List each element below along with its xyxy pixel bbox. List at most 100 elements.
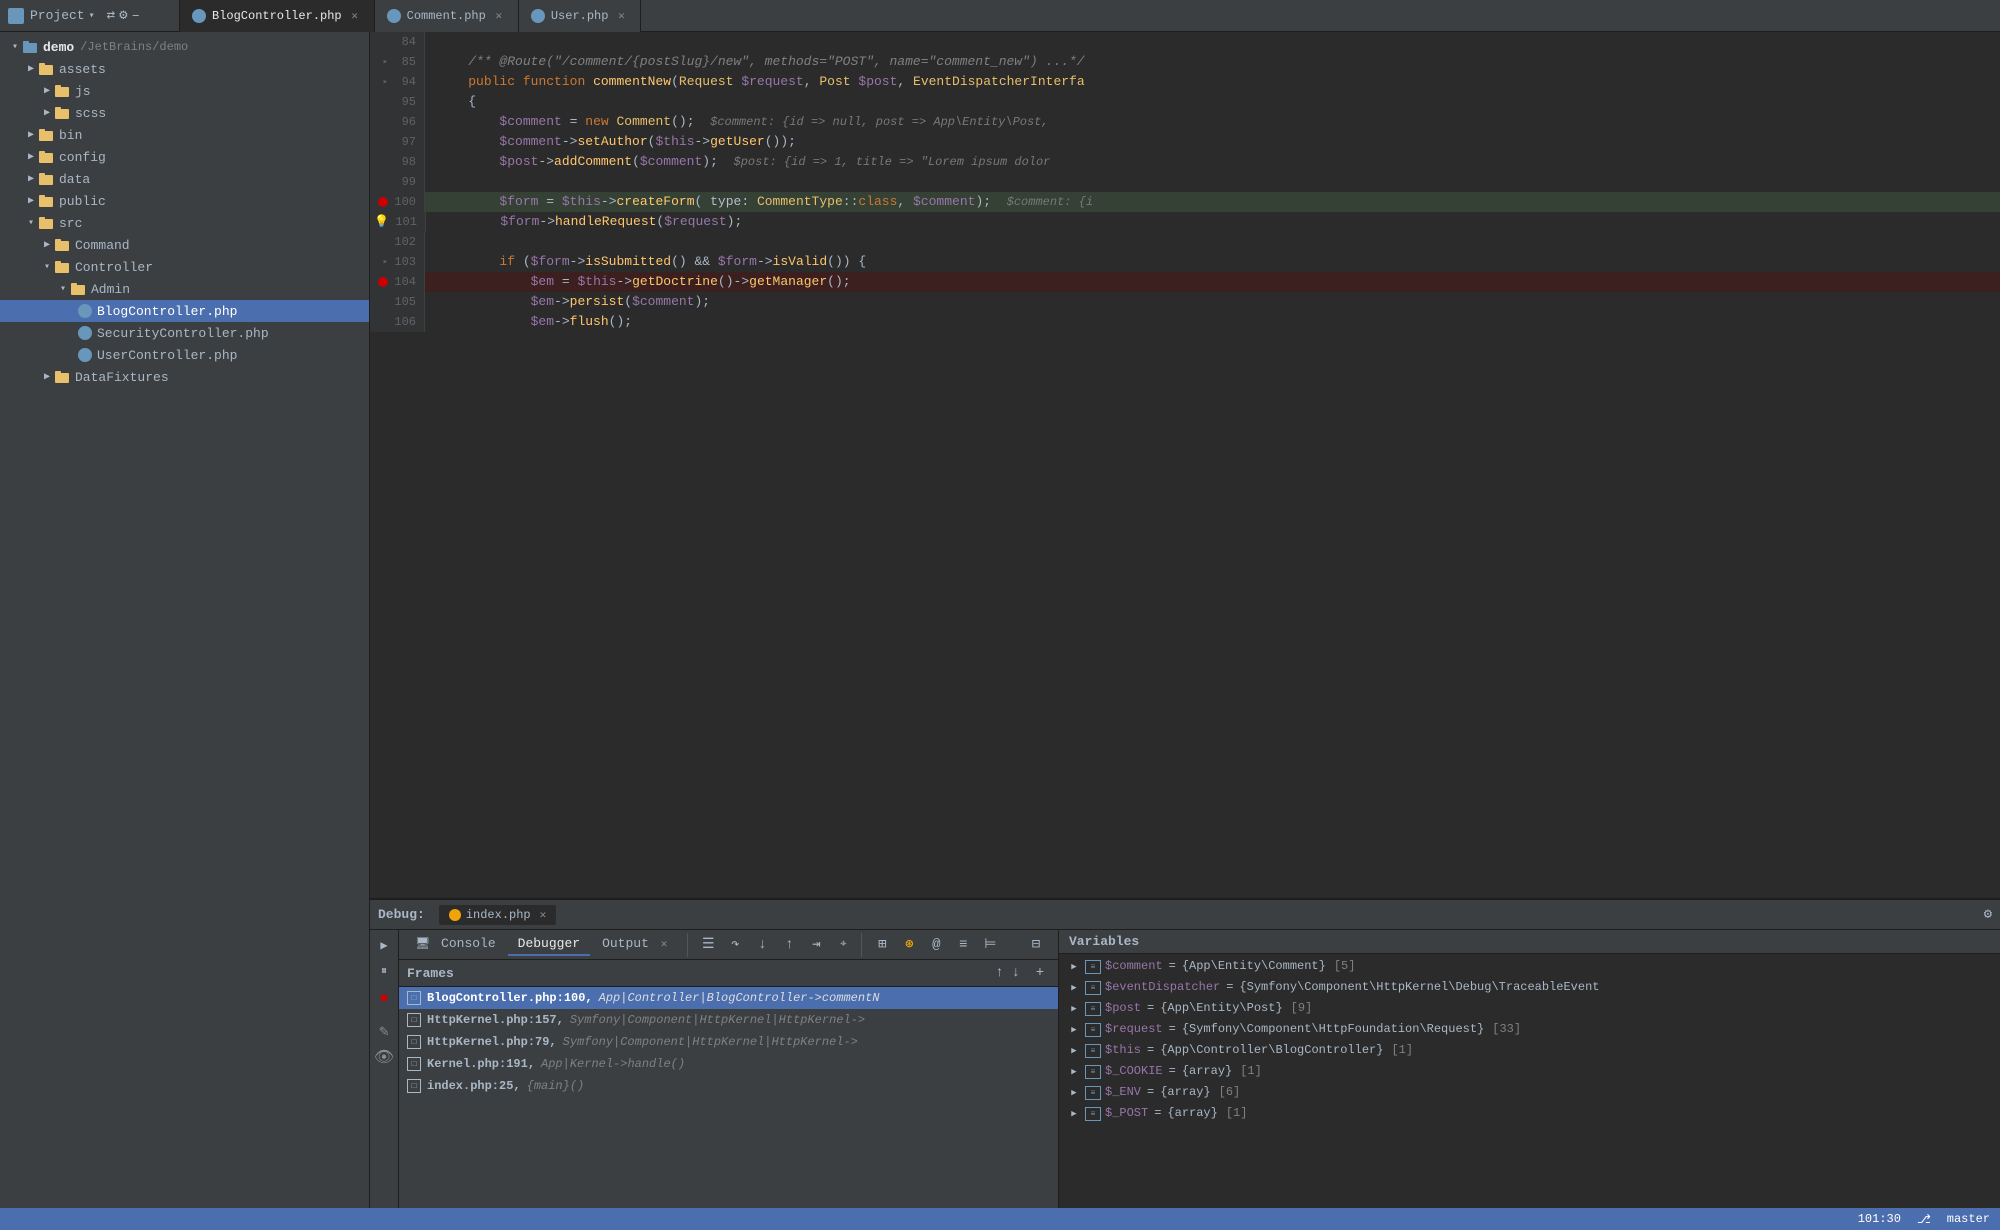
frame-add-btn[interactable]: + [1030,963,1050,983]
debug-icon-step-out[interactable]: ↑ [777,933,801,957]
debug-tab-console[interactable]: 🖥 Console [405,933,506,956]
frame-item-3[interactable]: □ Kernel.php:191, App|Kernel->handle() [399,1053,1058,1075]
sidebar-item-js[interactable]: ▶ js [0,80,369,102]
tab-comment[interactable]: Comment.php ✕ [375,0,519,32]
debug-icon-run-cursor[interactable]: ⇥ [804,933,828,957]
sidebar-label-public: public [59,194,106,209]
debug-icon-layout[interactable]: ⊟ [1024,933,1048,957]
code-line-94: ▸ 94 public function commentNew(Request … [370,72,2000,92]
tab-label-comment: Comment.php [407,9,486,23]
debug-stop-btn[interactable]: ◼ [373,986,395,1008]
settings-icon[interactable]: ⚙ [117,5,129,26]
debug-tool1-btn[interactable]: ✎ [373,1020,395,1042]
frame-item-2[interactable]: □ HttpKernel.php:79, Symfony|Component|H… [399,1031,1058,1053]
sidebar-item-assets[interactable]: ▶ assets [0,58,369,80]
var-expand-env[interactable]: ▶ [1067,1086,1081,1100]
var-item-comment[interactable]: ▶ ≡ $comment = {App\Entity\Comment} [5] [1059,956,2000,977]
sidebar-item-src[interactable]: ▾ src [0,212,369,234]
sidebar-item-controller[interactable]: ▾ Controller [0,256,369,278]
debug-icon-at[interactable]: @ [924,933,948,957]
debug-icon-step-over[interactable]: ↷ [723,933,747,957]
var-item-eventdispatcher[interactable]: ▶ ≡ $eventDispatcher = {Symfony\Componen… [1059,977,2000,998]
sidebar-label-datafixtures: DataFixtures [75,370,169,385]
var-expand-this[interactable]: ▶ [1067,1044,1081,1058]
code-line-101: 💡 101 $form->handleRequest($request); [370,212,2000,232]
sidebar-item-command[interactable]: ▶ Command [0,234,369,256]
frame-detail-2: Symfony|Component|HttpKernel|HttpKernel-… [563,1035,858,1049]
tab-close-blogcontroller[interactable]: ✕ [348,9,362,23]
sidebar-item-config[interactable]: ▶ config [0,146,369,168]
sidebar-item-public[interactable]: ▶ public [0,190,369,212]
var-item-request[interactable]: ▶ ≡ $request = {Symfony\Component\HttpFo… [1059,1019,2000,1040]
var-expand-post-global[interactable]: ▶ [1067,1107,1081,1121]
tab-blogcontroller[interactable]: BlogController.php ✕ [180,0,375,32]
debug-pause-btn[interactable]: ⏸ [373,960,395,982]
frame-up-btn[interactable]: ↑ [993,965,1005,981]
sidebar-label-usercontroller: UserController.php [97,348,237,363]
debug-icon-cursor[interactable]: ⌖ [831,933,855,957]
sidebar-item-bin[interactable]: ▶ bin [0,124,369,146]
layout-icon[interactable]: ⇄ [105,5,117,26]
debug-icon-filter[interactable]: ⊨ [978,933,1002,957]
sidebar-item-data[interactable]: ▶ data [0,168,369,190]
debug-icon-table[interactable]: ⊞ [870,933,894,957]
fold-icon-103[interactable]: ▸ [383,252,388,272]
debug-file-label: index.php [466,908,531,922]
var-expand-cookie[interactable]: ▶ [1067,1065,1081,1079]
sidebar-item-blogcontroller[interactable]: BlogController.php [0,300,369,322]
file-tree: ▾ demo /JetBrains/demo ▶ assets ▶ [0,32,369,1208]
var-expand-post[interactable]: ▶ [1067,1002,1081,1016]
var-item-post-global[interactable]: ▶ ≡ $_POST = {array} [1] [1059,1103,2000,1124]
sidebar-item-securitycontroller[interactable]: SecurityController.php [0,322,369,344]
breakpoint-100[interactable] [378,197,388,207]
debug-file-tab[interactable]: index.php ✕ [439,905,556,925]
project-dropdown-icon[interactable]: ▾ [89,10,95,22]
debug-icon-watch[interactable]: ⊛ [897,933,921,957]
sidebar-item-admin[interactable]: ▾ Admin [0,278,369,300]
tab-close-user[interactable]: ✕ [614,9,628,23]
breakpoint-104[interactable] [378,277,388,287]
sidebar-item-datafixtures[interactable]: ▶ DataFixtures [0,366,369,388]
code-line-96: 96 $comment = new Comment(); $comment: {… [370,112,2000,132]
var-expand-comment[interactable]: ▶ [1067,960,1081,974]
var-item-this[interactable]: ▶ ≡ $this = {App\Controller\BlogControll… [1059,1040,2000,1061]
frame-item-4[interactable]: □ index.php:25, {main}() [399,1075,1058,1097]
sidebar-label-assets: assets [59,62,106,77]
fold-icon-85[interactable]: ▸ [383,52,388,72]
frames-list: □ BlogController.php:100, App|Controller… [399,987,1058,1208]
minimize-icon[interactable]: – [130,6,142,26]
var-item-cookie[interactable]: ▶ ≡ $_COOKIE = {array} [1] [1059,1061,2000,1082]
debug-play-btn[interactable]: ▶ [373,934,395,956]
code-editor[interactable]: 84 ▸ 85 /** @Route("/comment/{postSlug}/… [370,32,2000,898]
debug-icon-numbered[interactable]: ≡ [951,933,975,957]
frame-item-1[interactable]: □ HttpKernel.php:157, Symfony|Component|… [399,1009,1058,1031]
sidebar-item-usercontroller[interactable]: UserController.php [0,344,369,366]
var-item-post[interactable]: ▶ ≡ $post = {App\Entity\Post} [9] [1059,998,2000,1019]
debug-file-close-btn[interactable]: ✕ [540,908,547,922]
frame-down-btn[interactable]: ↓ [1010,965,1022,981]
tree-root[interactable]: ▾ demo /JetBrains/demo [0,36,369,58]
sidebar-label-admin: Admin [91,282,130,297]
debug-tab-console-label: Console [441,936,496,951]
var-expand-request[interactable]: ▶ [1067,1023,1081,1037]
debug-tool2-btn[interactable]: 👁 [373,1046,395,1068]
debug-tab-output-close[interactable]: ✕ [661,939,668,951]
debug-tab-debugger[interactable]: Debugger [508,933,590,956]
code-line-106: 106 $em->flush(); [370,312,2000,332]
code-line-99: 99 [370,172,2000,192]
project-title: Project [30,8,85,23]
frame-item-0[interactable]: □ BlogController.php:100, App|Controller… [399,987,1058,1009]
tab-close-comment[interactable]: ✕ [492,9,506,23]
tab-user[interactable]: User.php ✕ [519,0,642,32]
main-area: ▾ demo /JetBrains/demo ▶ assets ▶ [0,32,2000,1208]
sidebar-item-scss[interactable]: ▶ scss [0,102,369,124]
debug-gear-icon[interactable]: ⚙ [1984,906,1992,923]
fold-icon-94[interactable]: ▸ [383,72,388,92]
var-expand-eventdispatcher[interactable]: ▶ [1067,981,1081,995]
project-header[interactable]: Project ▾ ⇄ ⚙ – [0,0,180,31]
var-item-env[interactable]: ▶ ≡ $_ENV = {array} [6] [1059,1082,2000,1103]
debug-icon-list[interactable]: ☰ [696,933,720,957]
frame-file-icon-0: □ [407,991,421,1005]
debug-tab-output[interactable]: Output ✕ [592,933,677,956]
debug-icon-step-into[interactable]: ↓ [750,933,774,957]
